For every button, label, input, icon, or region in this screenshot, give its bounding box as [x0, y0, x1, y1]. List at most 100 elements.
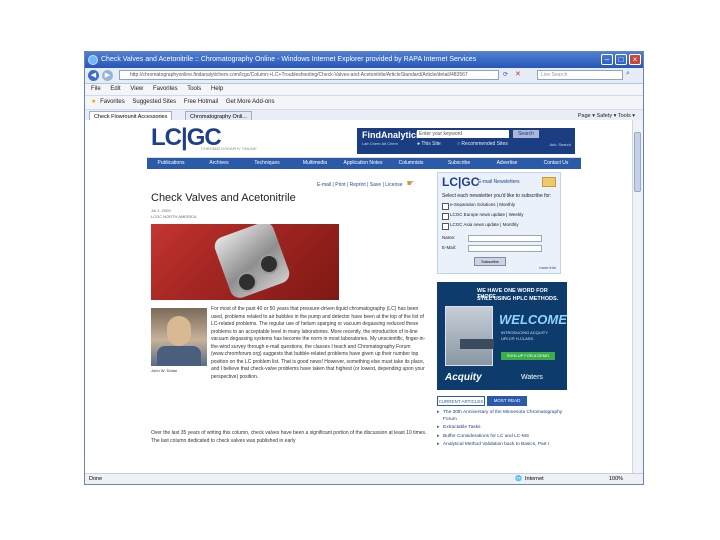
- keyword-input[interactable]: Enter your keyword: [417, 130, 509, 138]
- page-viewport: LC|GC CHROMATOGRAPHY ONLINE FindAnalytic…: [85, 120, 633, 474]
- back-icon[interactable]: ◀: [88, 70, 99, 81]
- close-icon[interactable]: ×: [629, 54, 641, 65]
- related-list: The 30th Anniversary of the Minnesota Ch…: [437, 410, 567, 451]
- free-hotmail-link[interactable]: Free Hotmail: [184, 99, 218, 105]
- waters-advertisement[interactable]: WE HAVE ONE WORD FOR THOSE STILL USING H…: [437, 282, 567, 390]
- pointer-hand-icon: ☛: [406, 178, 415, 188]
- fa-search-button[interactable]: Search: [513, 130, 539, 138]
- site-nav: Publications Archives Techniques Multime…: [147, 158, 581, 169]
- option-label: LCGC Asia news update | Monthly: [450, 222, 519, 227]
- scrollbar-thumb[interactable]: [634, 132, 641, 192]
- related-tabs: CURRENT ARTICLES MOST READ: [437, 396, 567, 406]
- ie-icon: [88, 55, 98, 65]
- search-icon[interactable]: ⌕: [626, 70, 630, 78]
- nav-techniques[interactable]: Techniques: [243, 158, 291, 169]
- related-item[interactable]: Extractable Tasks: [437, 425, 567, 432]
- more-info-link[interactable]: more info: [539, 265, 556, 270]
- slide-top-band: [0, 0, 720, 44]
- menu-view[interactable]: View: [130, 86, 143, 92]
- related-item[interactable]: Buffer Considerations for LC and LC-MS: [437, 434, 567, 441]
- tab-most-read[interactable]: MOST READ: [487, 396, 527, 406]
- suggested-sites-link[interactable]: Suggested Sites: [132, 99, 176, 105]
- site-tagline: CHROMATOGRAPHY ONLINE: [201, 146, 257, 151]
- menu-file[interactable]: File: [91, 86, 101, 92]
- nav-multimedia[interactable]: Multimedia: [291, 158, 339, 169]
- nav-application-notes[interactable]: Application Notes: [339, 158, 387, 169]
- article-tools[interactable]: E-mail | Print | Reprint | Save | Licens…: [317, 178, 415, 189]
- ad-welcome: WELCOME.: [499, 312, 567, 327]
- email-field[interactable]: [468, 245, 542, 252]
- author-caption: John W. Dolan: [151, 368, 178, 373]
- address-field[interactable]: http://chromatographyonline.findanalytic…: [119, 70, 499, 80]
- checkbox-asia[interactable]: [442, 223, 449, 230]
- window-title: Check Valves and Acetonitrile :: Chromat…: [101, 56, 477, 63]
- nav-columnists[interactable]: Columnists: [387, 158, 435, 169]
- search-input[interactable]: Live Search: [537, 70, 623, 80]
- browser-window: Check Valves and Acetonitrile :: Chromat…: [84, 51, 644, 485]
- option-label: e-Separation Solutions | Monthly: [450, 202, 515, 207]
- fitting-hole: [237, 272, 257, 292]
- newsletter-box: LC|GC E-mail Newsletters Select each new…: [437, 172, 561, 274]
- menu-favorites[interactable]: Favorites: [153, 86, 178, 92]
- tab-current-articles[interactable]: CURRENT ARTICLES: [437, 396, 485, 406]
- checkbox-separation[interactable]: [442, 203, 449, 210]
- article-paragraph-1: For most of the past 40 or 50 years that…: [211, 306, 426, 380]
- newsletter-label: E-mail Newsletters: [478, 179, 520, 185]
- nav-publications[interactable]: Publications: [147, 158, 195, 169]
- menu-help[interactable]: Help: [211, 86, 223, 92]
- favorites-star-icon: ★: [91, 99, 97, 105]
- stop-icon[interactable]: ✕: [515, 70, 521, 78]
- author-body: [157, 346, 201, 366]
- nav-archives[interactable]: Archives: [195, 158, 243, 169]
- fitting-hole: [259, 254, 279, 274]
- nav-advertise[interactable]: Advertise: [483, 158, 531, 169]
- check-valve-photo: [151, 224, 339, 300]
- email-label: E-Mail:: [442, 245, 457, 250]
- article-paragraph-2: Over the last 35 years of writing this c…: [151, 430, 427, 444]
- maximize-icon[interactable]: □: [615, 54, 627, 65]
- minimize-icon[interactable]: –: [601, 54, 613, 65]
- menu-bar: File Edit View Favorites Tools Help: [85, 84, 643, 96]
- checkbox-europe[interactable]: [442, 213, 449, 220]
- newsletter-prompt: Select each newsletter you'd like to sub…: [442, 193, 552, 199]
- web-page: LC|GC CHROMATOGRAPHY ONLINE FindAnalytic…: [147, 120, 581, 474]
- related-item[interactable]: Analytical Method Validation back to Bas…: [437, 442, 567, 449]
- fa-subtitle: Lab Chem Alt Chem: [362, 141, 398, 146]
- favorites-bar: ★ Favorites Suggested Sites Free Hotmail…: [85, 96, 643, 110]
- findanalytichem-search: FindAnalytichem Lab Chem Alt Chem Enter …: [357, 128, 575, 154]
- ad-maker: Waters: [521, 374, 543, 381]
- vertical-scrollbar[interactable]: [632, 120, 643, 474]
- article-title: Check Valves and Acetonitrile: [151, 192, 296, 204]
- menu-tools[interactable]: Tools: [187, 86, 201, 92]
- status-bar: Done 🌐 Internet 100%: [85, 473, 643, 484]
- option-this-site[interactable]: ● This Site: [417, 141, 441, 147]
- option-label: LCGC Europe news update | Weekly: [450, 212, 524, 217]
- status-zone: Internet: [525, 476, 544, 482]
- ad-line-2: STILL USING HPLC METHODS.: [477, 296, 559, 302]
- nav-subscribe[interactable]: Subscribe: [435, 158, 483, 169]
- ad-intro: INTRODUCING ACQUITY UPLC® H-CLASS.: [501, 330, 548, 341]
- forward-icon[interactable]: ▶: [102, 70, 113, 81]
- favorites-button[interactable]: Favorites: [100, 99, 125, 105]
- address-toolbar: ◀ ▶ http://chromatographyonline.findanal…: [85, 68, 643, 84]
- refresh-icon[interactable]: ⟳: [503, 71, 508, 78]
- subscribe-button[interactable]: Subscribe: [474, 257, 506, 266]
- site-header: LC|GC CHROMATOGRAPHY ONLINE FindAnalytic…: [147, 120, 581, 158]
- zoom-level[interactable]: 100%: [609, 474, 623, 484]
- related-item[interactable]: The 30th Anniversary of the Minnesota Ch…: [437, 410, 567, 423]
- option-recommended[interactable]: ○ Recommended Sites: [457, 141, 508, 147]
- newsletter-logo: LC|GC: [442, 175, 480, 189]
- name-field[interactable]: [468, 235, 542, 242]
- title-bar: Check Valves and Acetonitrile :: Chromat…: [85, 52, 643, 68]
- internet-zone-icon: 🌐: [515, 476, 522, 482]
- nav-contact[interactable]: Contact Us: [531, 158, 581, 169]
- name-label: Name:: [442, 235, 456, 240]
- instrument-image: [445, 306, 494, 366]
- envelope-icon: [542, 177, 556, 187]
- menu-edit[interactable]: Edit: [110, 86, 120, 92]
- get-addons-link[interactable]: Get More Add-ons: [226, 99, 275, 105]
- ad-demo-button[interactable]: SIGN UP FOR A DEMO: [501, 352, 555, 360]
- author-face: [167, 316, 191, 346]
- advanced-search-link[interactable]: Adv. Search: [550, 142, 572, 147]
- author-photo: [151, 308, 207, 366]
